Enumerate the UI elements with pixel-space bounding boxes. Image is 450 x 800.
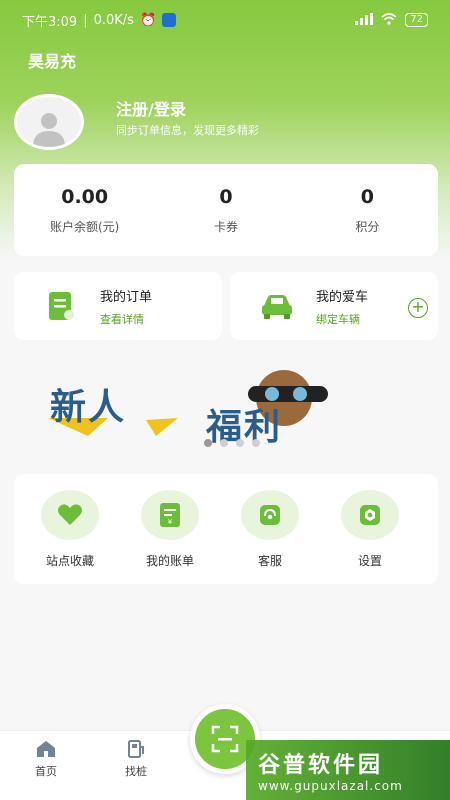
avatar[interactable] [14,94,84,150]
scan-icon [211,725,239,753]
my-orders-card[interactable]: 我的订单 查看详情 [14,272,222,340]
watermark-url: www.gupuxlazal.com [258,779,403,793]
status-right: 72 [355,12,428,28]
heart-icon [58,504,82,525]
my-car-subtitle: 绑定车辆 [316,312,360,326]
alarm-icon: ⏰ [139,12,157,28]
service-icon-wrap: ¥ [141,490,199,540]
tab-label: 首页 [35,765,57,778]
service-my-bill[interactable]: ¥ 我的账单 [120,490,220,584]
account-stats-card: 0.00 账户余额(元) 0 卡券 0 积分 [14,164,438,256]
stat-label: 账户余额(元) [49,219,120,234]
my-orders-text: 我的订单 查看详情 [100,286,152,327]
stat-value: 0 [219,185,233,208]
login-link[interactable]: 注册/登录 [116,96,186,120]
promo-banner[interactable]: 新人 福利 [48,368,404,448]
services-card: 站点收藏 ¥ 我的账单 客服 设置 [14,474,438,584]
carousel-dot[interactable] [204,439,212,447]
car-icon [260,289,294,323]
svg-text:¥: ¥ [168,518,173,526]
status-bar: 下午3:09 | 0.0K/s ⏰ 72 [0,0,450,40]
tab-label: 找桩 [125,765,147,778]
app-notification-icon [162,13,177,27]
charger-icon [128,740,144,758]
service-label: 我的账单 [145,554,194,568]
settings-icon [360,505,380,525]
watermark-title: 谷普软件园 [258,753,384,778]
my-car-text: 我的爱车 绑定车辆 [316,286,368,327]
order-icon [44,289,78,323]
my-orders-title: 我的订单 [100,289,153,305]
banner-text-new: 新人 [50,387,127,428]
site-watermark: 谷普软件园 www.gupuxlazal.com [246,740,450,800]
service-label: 客服 [257,554,282,568]
service-label: 站点收藏 [45,554,94,568]
stat-points[interactable]: 0 积分 [297,164,438,256]
status-left: 下午3:09 | 0.0K/s ⏰ [22,11,177,30]
user-icon [33,113,65,147]
stat-value: 0.00 [61,185,109,208]
app-title: 昊易充 [28,52,77,71]
battery-indicator: 72 [405,13,428,27]
login-subtitle: 同步订单信息，发现更多精彩 [116,124,259,137]
my-orders-subtitle: 查看详情 [100,312,144,326]
status-time: 下午3:09 [22,14,78,30]
bill-icon: ¥ [160,503,180,527]
headset-icon [260,505,280,525]
tab-find-charger[interactable]: 找桩 [116,739,156,779]
add-car-button[interactable]: + [408,298,428,318]
carousel-dot[interactable] [252,439,260,447]
status-net-speed: 0.0K/s [93,12,134,28]
service-icon-wrap [241,490,299,540]
carousel-dot[interactable] [220,439,228,447]
carousel-dot[interactable] [236,439,244,447]
stat-label: 积分 [355,219,380,234]
my-car-title: 我的爱车 [316,289,369,305]
service-customer-support[interactable]: 客服 [220,490,320,584]
signal-icon [355,12,374,28]
service-favorite-stations[interactable]: 站点收藏 [20,490,120,584]
service-icon-wrap [41,490,99,540]
service-settings[interactable]: 设置 [320,490,420,584]
stat-value: 0 [360,185,374,208]
tab-home[interactable]: 首页 [26,739,66,779]
carousel-dots [204,439,260,447]
my-car-card[interactable]: 我的爱车 绑定车辆 + [230,272,438,340]
home-icon [37,741,55,757]
service-label: 设置 [357,554,382,568]
wifi-icon [381,12,397,28]
stat-coupons[interactable]: 0 卡券 [155,164,296,256]
status-divider: | [83,12,88,28]
stat-label: 卡券 [213,219,238,234]
stat-balance[interactable]: 0.00 账户余额(元) [14,164,155,256]
service-icon-wrap [341,490,399,540]
